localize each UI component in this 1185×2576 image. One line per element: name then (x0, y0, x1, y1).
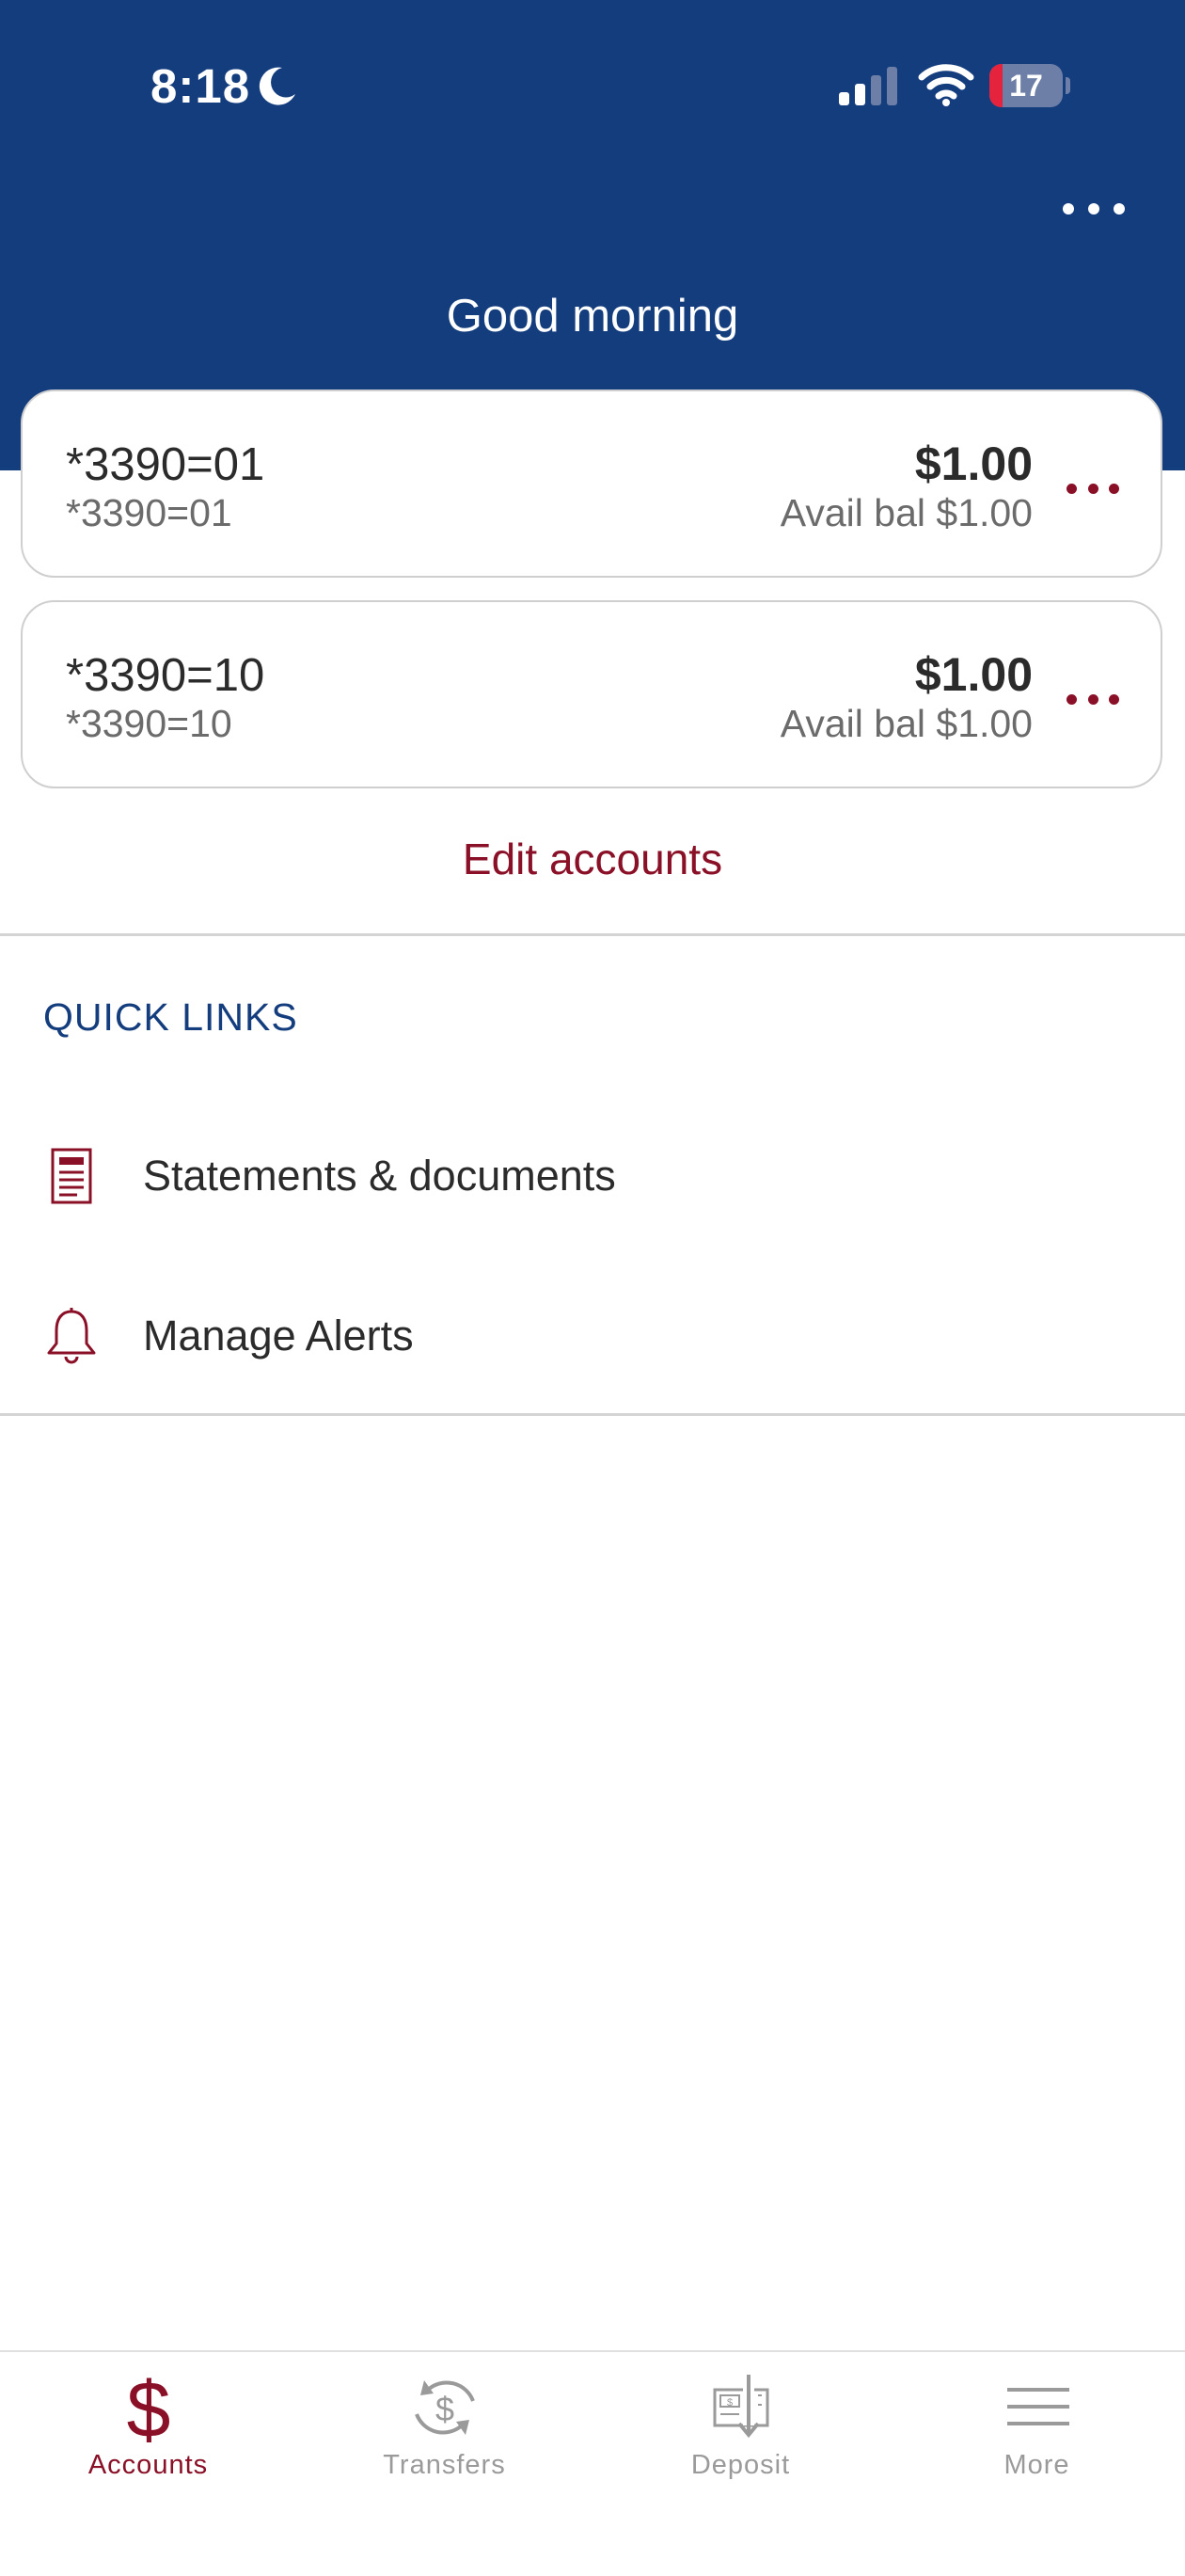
dollar-icon: $ (127, 2369, 171, 2446)
quick-link-alerts[interactable]: Manage Alerts (0, 1280, 1185, 1392)
account-options-icon[interactable] (1066, 482, 1119, 495)
greeting: Good morning (446, 291, 739, 342)
tab-deposit[interactable]: $ Deposit (592, 2352, 889, 2512)
svg-text:$: $ (435, 2390, 454, 2428)
bell-icon (47, 1308, 96, 1364)
divider (0, 1413, 1185, 1416)
hamburger-icon (1007, 2388, 1069, 2425)
account-name: *3390=10 (66, 650, 265, 701)
edit-accounts-link[interactable]: Edit accounts (0, 834, 1185, 884)
status-time: 8:18 (150, 59, 251, 113)
battery-level: 17 (1009, 69, 1043, 103)
tab-label: Accounts (87, 2450, 209, 2480)
account-balance: $1.00 (914, 648, 1033, 701)
tab-label: Transfers (383, 2450, 506, 2480)
quick-link-label: Statements & documents (143, 1152, 616, 1200)
available-balance: Avail bal $1.00 (780, 491, 1033, 534)
account-number: *3390=01 (66, 491, 232, 534)
more-dots-icon[interactable] (1063, 194, 1125, 224)
divider (0, 933, 1185, 936)
quick-link-statements[interactable]: Statements & documents (0, 1120, 1185, 1232)
cellular-signal-icon (839, 67, 897, 105)
account-card[interactable]: *3390=01 *3390=01 $1.00 Avail bal $1.00 (21, 390, 1162, 578)
quick-links-title: QUICK LINKS (43, 995, 298, 1039)
moon-icon (259, 67, 295, 105)
account-options-icon[interactable] (1066, 692, 1119, 706)
account-number: *3390=10 (66, 702, 232, 745)
quick-link-label: Manage Alerts (143, 1312, 414, 1360)
account-card[interactable]: *3390=10 *3390=10 $1.00 Avail bal $1.00 (21, 600, 1162, 788)
available-balance: Avail bal $1.00 (780, 702, 1033, 745)
check-deposit-icon: $ (713, 2375, 769, 2439)
tab-transfers[interactable]: $ Transfers (296, 2352, 592, 2512)
tab-label: Deposit (690, 2450, 791, 2480)
tab-bar: $ Accounts $ Transfers $ Deposit More (0, 2350, 1185, 2576)
document-icon (51, 1148, 92, 1204)
account-balance: $1.00 (914, 437, 1033, 490)
battery-icon: 17 (989, 64, 1070, 107)
tab-accounts[interactable]: $ Accounts (0, 2352, 296, 2512)
svg-text:$: $ (727, 2397, 733, 2409)
wifi-icon (918, 64, 974, 106)
transfer-icon: $ (415, 2380, 475, 2435)
tab-more[interactable]: More (889, 2352, 1185, 2512)
svg-text:$: $ (127, 2369, 171, 2446)
account-name: *3390=01 (66, 439, 265, 490)
tab-label: More (1003, 2450, 1070, 2480)
